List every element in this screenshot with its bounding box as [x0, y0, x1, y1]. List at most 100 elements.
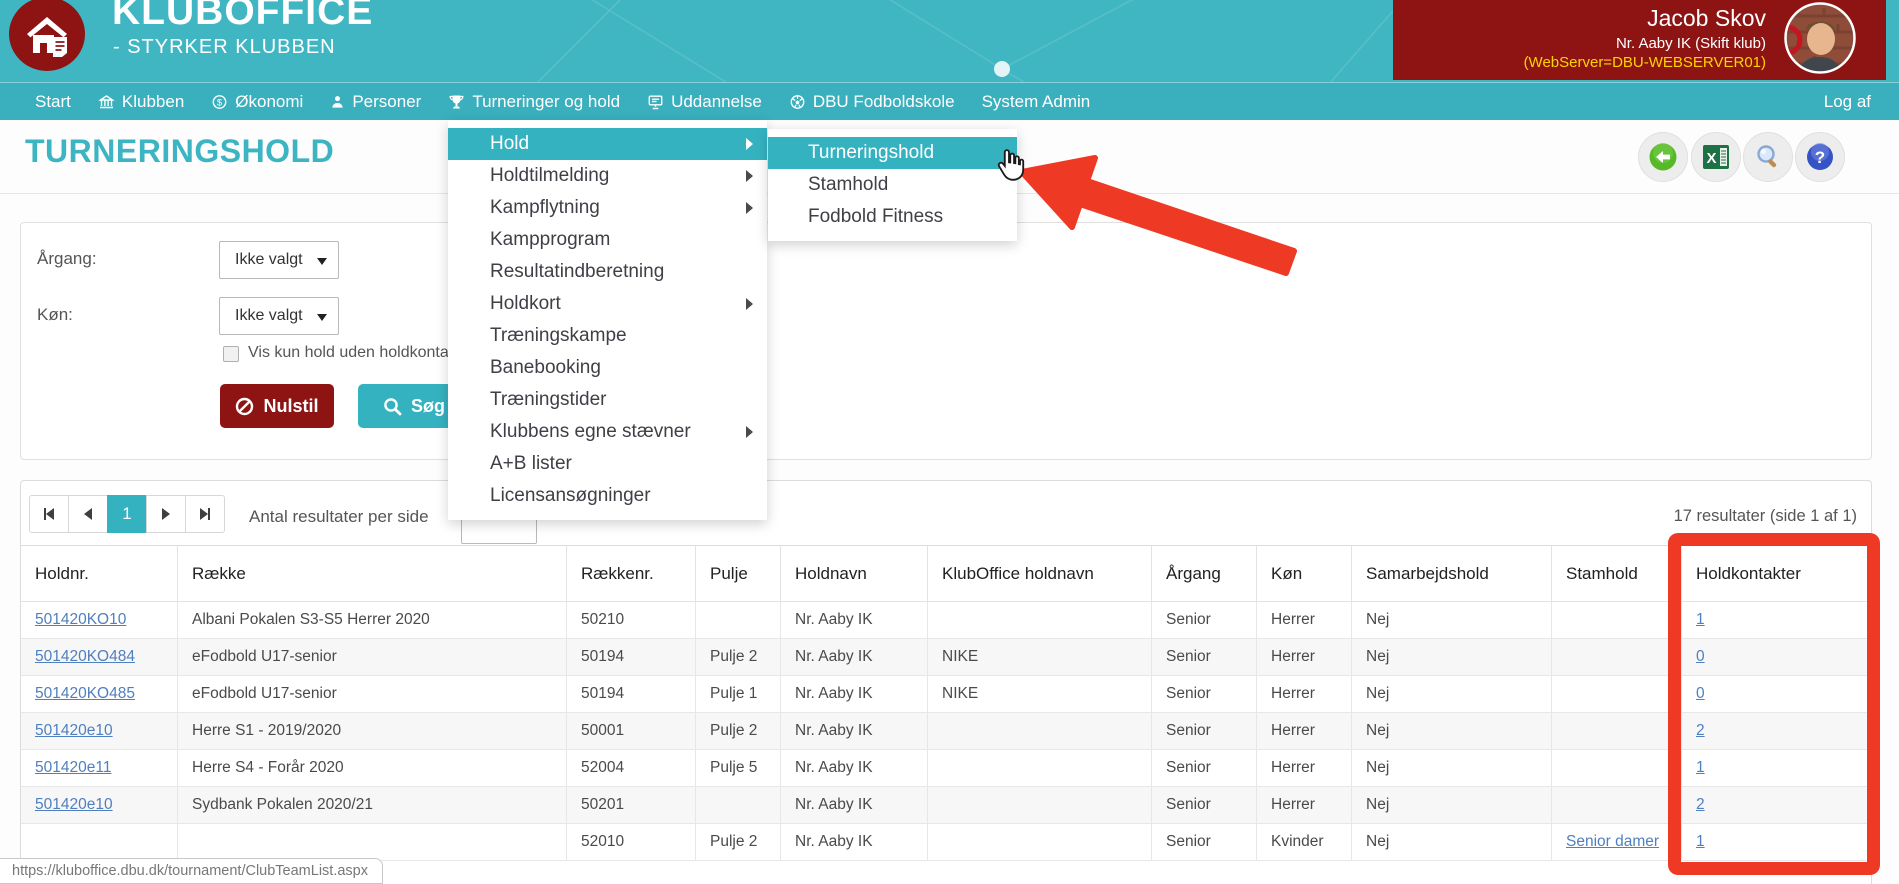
table-cell: 501420e10	[21, 787, 178, 824]
table-cell	[928, 750, 1152, 787]
menu-item-label: Træningstider	[490, 389, 607, 410]
holdkontakter-link[interactable]: 1	[1696, 611, 1705, 628]
menu-item-traeningstider[interactable]: Træningstider	[448, 384, 767, 416]
holdnr-link[interactable]: 501420KO10	[35, 611, 126, 628]
menu-item-licensansogninger[interactable]: Licensansøgninger	[448, 480, 767, 512]
first-page-button[interactable]	[29, 495, 69, 533]
stamhold-link[interactable]: Senior damer	[1566, 833, 1659, 850]
holdkontakter-link[interactable]: 0	[1696, 685, 1705, 702]
menu-item-banebooking[interactable]: Banebooking	[448, 352, 767, 384]
table-cell	[178, 824, 567, 861]
table-cell: 50194	[567, 676, 696, 713]
brand-subtitle: - STYRKER KLUBBEN	[113, 36, 336, 59]
menu-item-hold[interactable]: Hold	[448, 128, 767, 160]
menu-item-label: Holdkort	[490, 293, 561, 314]
column-header: Køn	[1257, 546, 1352, 602]
menu-item-resultatindberetning[interactable]: Resultatindberetning	[448, 256, 767, 288]
table-cell: 50194	[567, 639, 696, 676]
previous-page-button[interactable]	[68, 495, 108, 533]
table-cell: Herre S4 - Forår 2020	[178, 750, 567, 787]
table-cell: 52010	[567, 824, 696, 861]
kluboffice-logo-icon[interactable]	[9, 0, 85, 72]
nav-item-klubben[interactable]: Klubben	[98, 92, 184, 112]
table-cell: Nej	[1352, 676, 1552, 713]
cancel-icon	[235, 397, 254, 416]
reset-button[interactable]: Nulstil	[220, 384, 334, 428]
menu-item-label: Kampprogram	[490, 229, 610, 250]
argang-select[interactable]: Ikke valgt	[219, 241, 339, 279]
table-cell: Nej	[1352, 824, 1552, 861]
last-page-button[interactable]	[185, 495, 225, 533]
kon-label: Køn:	[37, 305, 73, 325]
table-row: 501420KO484eFodbold U17-senior50194Pulje…	[21, 639, 1873, 676]
holdnr-link[interactable]: 501420e10	[35, 796, 113, 813]
menu-item-klubbens-egne-staevner[interactable]: Klubbens egne stævner	[448, 416, 767, 448]
presentation-icon	[647, 94, 664, 110]
excel-export-button[interactable]: X	[1691, 132, 1741, 182]
holdkontakter-link[interactable]: 0	[1696, 648, 1705, 665]
holdkontakter-link[interactable]: 2	[1696, 796, 1705, 813]
nav-item-start[interactable]: Start	[35, 92, 71, 112]
teams-table: Holdnr.RækkeRækkenr.PuljeHoldnavnKlubOff…	[20, 545, 1872, 861]
table-cell: 1	[1682, 750, 1873, 787]
back-icon	[1648, 142, 1678, 172]
table-cell: Senior	[1152, 824, 1257, 861]
nav-label: System Admin	[982, 92, 1091, 112]
nav-item-okonomi[interactable]: $ Økonomi	[211, 92, 303, 112]
results-count: 17 resultater (side 1 af 1)	[1674, 507, 1857, 526]
menu-item-label: Resultatindberetning	[490, 261, 664, 282]
holdnr-link[interactable]: 501420KO485	[35, 685, 135, 702]
brand-title: KLUBOFFICE	[112, 0, 373, 34]
holdnr-link[interactable]: 501420e11	[35, 759, 111, 776]
excel-export-icon: X	[1702, 143, 1730, 171]
table-cell: Nej	[1352, 750, 1552, 787]
holdkontakter-link[interactable]: 1	[1696, 759, 1705, 776]
user-avatar[interactable]	[1784, 2, 1856, 74]
holdkontakter-link[interactable]: 1	[1696, 833, 1705, 850]
nav-item-turneringer-og-hold[interactable]: Turneringer og hold	[448, 92, 620, 112]
user-club-switch-link[interactable]: Nr. Aaby IK (Skift klub)	[1524, 35, 1766, 54]
menu-item-kampflytning[interactable]: Kampflytning	[448, 192, 767, 224]
submenu-item-turneringshold[interactable]: Turneringshold	[768, 137, 1017, 169]
menu-item-holdtilmelding[interactable]: Holdtilmelding	[448, 160, 767, 192]
table-cell	[928, 602, 1152, 639]
column-header: Årgang	[1152, 546, 1257, 602]
kon-select[interactable]: Ikke valgt	[219, 297, 339, 335]
nav-item-uddannelse[interactable]: Uddannelse	[647, 92, 762, 112]
next-page-button[interactable]	[146, 495, 186, 533]
table-cell: 2	[1682, 787, 1873, 824]
submenu-item-fodbold-fitness[interactable]: Fodbold Fitness	[768, 201, 1017, 233]
status-bar-url: https://kluboffice.dbu.dk/tournament/Clu…	[0, 858, 383, 884]
search-button[interactable]	[1743, 132, 1793, 182]
table-cell	[928, 713, 1152, 750]
table-cell	[1552, 787, 1682, 824]
holdkontakter-link[interactable]: 2	[1696, 722, 1705, 739]
holdnr-link[interactable]: 501420KO484	[35, 648, 135, 665]
back-button[interactable]	[1638, 132, 1688, 182]
menu-item-kampprogram[interactable]: Kampprogram	[448, 224, 767, 256]
help-button[interactable]: ?	[1795, 132, 1845, 182]
nav-item-dbu-fodboldskole[interactable]: DBU Fodboldskole	[789, 92, 955, 112]
table-cell: 0	[1682, 639, 1873, 676]
nav-item-system-admin[interactable]: System Admin	[982, 92, 1091, 112]
table-cell	[1552, 713, 1682, 750]
current-page-button[interactable]: 1	[107, 495, 147, 533]
table-cell: Nej	[1352, 602, 1552, 639]
submenu-item-stamhold[interactable]: Stamhold	[768, 169, 1017, 201]
menu-item-holdkort[interactable]: Holdkort	[448, 288, 767, 320]
table-cell	[1552, 750, 1682, 787]
table-cell: Nej	[1352, 787, 1552, 824]
nav-item-personer[interactable]: Personer	[330, 92, 421, 112]
table-cell	[1552, 676, 1682, 713]
nav-label: Uddannelse	[671, 92, 762, 112]
table-cell: 501420KO10	[21, 602, 178, 639]
filter-panel: Årgang: Ikke valgt Køn: Ikke valgt Vis k…	[20, 222, 1872, 460]
logout-link[interactable]: Log af	[1824, 83, 1871, 121]
menu-item-ab-lister[interactable]: A+B lister	[448, 448, 767, 480]
menu-item-traeningskampe[interactable]: Træningskampe	[448, 320, 767, 352]
table-cell: 50001	[567, 713, 696, 750]
holdnr-link[interactable]: 501420e10	[35, 722, 113, 739]
menu-item-label: Licensansøgninger	[490, 485, 651, 506]
app-header: KLUBOFFICE - STYRKER KLUBBEN Jacob Skov …	[0, 0, 1899, 82]
only-teams-without-contacts-checkbox[interactable]	[223, 346, 239, 362]
